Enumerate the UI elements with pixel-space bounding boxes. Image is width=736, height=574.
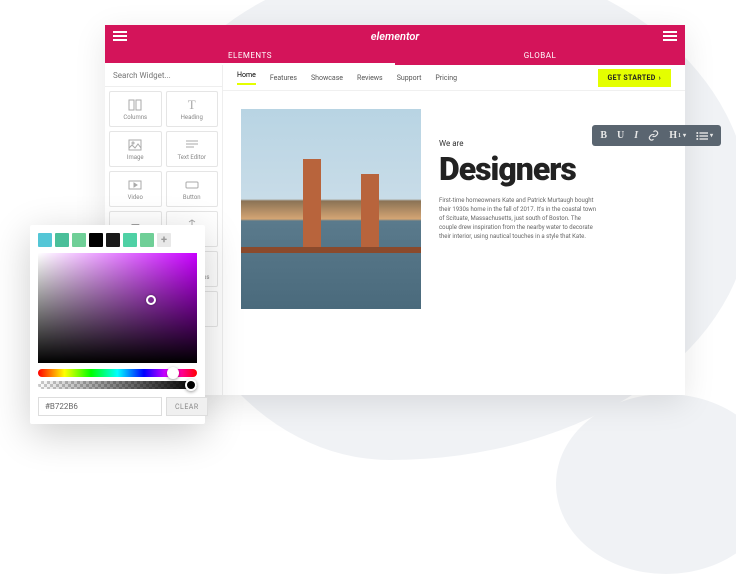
saturation-field[interactable] xyxy=(38,253,197,363)
hue-thumb[interactable] xyxy=(167,367,179,379)
nav-home[interactable]: Home xyxy=(237,71,256,85)
italic-button[interactable]: I xyxy=(634,130,638,141)
editor-topbar: elementor xyxy=(105,25,685,47)
widget-label: Text Editor xyxy=(178,154,206,161)
color-picker: + CLEAR xyxy=(30,225,205,424)
chevron-down-icon: ▾ xyxy=(710,132,713,139)
color-swatch[interactable] xyxy=(140,233,154,247)
underline-button[interactable]: U xyxy=(617,130,624,141)
color-swatch[interactable] xyxy=(38,233,52,247)
site-nav: Home Features Showcase Reviews Support P… xyxy=(223,65,685,91)
nav-pricing[interactable]: Pricing xyxy=(435,74,457,82)
hex-input[interactable] xyxy=(38,397,162,416)
cta-label: GET STARTED xyxy=(608,74,656,82)
widget-label: Image xyxy=(127,154,144,161)
search-input[interactable] xyxy=(105,65,222,87)
color-swatch[interactable] xyxy=(123,233,137,247)
swatch-row: + xyxy=(38,233,197,247)
text-toolbar: B U I H1▾ ▾ xyxy=(592,125,721,146)
heading-button[interactable]: H1▾ xyxy=(669,130,686,141)
alpha-slider[interactable] xyxy=(38,381,197,389)
widget-heading[interactable]: T Heading xyxy=(166,91,219,127)
alpha-thumb[interactable] xyxy=(185,379,197,391)
widget-image[interactable]: Image xyxy=(109,131,162,167)
panel-menu-icon[interactable] xyxy=(663,31,677,41)
color-swatch[interactable] xyxy=(55,233,69,247)
widget-label: Video xyxy=(128,194,143,201)
bold-button[interactable]: B xyxy=(600,130,607,141)
tab-elements[interactable]: ELEMENTS xyxy=(105,47,395,65)
image-icon xyxy=(128,138,142,152)
add-swatch-button[interactable]: + xyxy=(157,233,171,247)
widget-text[interactable]: Text Editor xyxy=(166,131,219,167)
nav-support[interactable]: Support xyxy=(397,74,422,82)
canvas: Home Features Showcase Reviews Support P… xyxy=(223,65,685,395)
color-swatch[interactable] xyxy=(89,233,103,247)
nav-reviews[interactable]: Reviews xyxy=(357,74,383,82)
saturation-cursor[interactable] xyxy=(146,295,156,305)
video-icon xyxy=(128,178,142,192)
widget-label: Heading xyxy=(181,114,203,121)
clear-button[interactable]: CLEAR xyxy=(166,397,208,416)
link-button[interactable] xyxy=(648,130,659,141)
color-swatch[interactable] xyxy=(72,233,86,247)
sidebar-tabs: ELEMENTS GLOBAL xyxy=(105,47,685,65)
hero-image[interactable] xyxy=(241,109,421,309)
hue-slider[interactable] xyxy=(38,369,197,377)
nav-features[interactable]: Features xyxy=(270,74,297,82)
widget-video[interactable]: Video xyxy=(109,171,162,207)
widget-label: Columns xyxy=(123,114,147,121)
color-swatch[interactable] xyxy=(106,233,120,247)
brand-logo: elementor xyxy=(371,30,420,43)
chevron-right-icon: › xyxy=(659,74,661,82)
chevron-down-icon: ▾ xyxy=(683,132,686,139)
button-icon xyxy=(185,178,199,192)
hero-copy: We are Designers First-time homeowners K… xyxy=(439,109,667,377)
text-icon xyxy=(186,138,198,152)
hero-paragraph[interactable]: First-time homeowners Kate and Patrick M… xyxy=(439,196,599,241)
hamburger-icon[interactable] xyxy=(113,31,127,41)
heading-icon: T xyxy=(188,98,196,112)
list-button[interactable]: ▾ xyxy=(696,131,713,141)
nav-showcase[interactable]: Showcase xyxy=(311,74,343,82)
columns-icon xyxy=(128,98,142,112)
widget-label: Button xyxy=(183,194,201,201)
tab-global[interactable]: GLOBAL xyxy=(395,47,685,65)
widget-button[interactable]: Button xyxy=(166,171,219,207)
widget-columns[interactable]: Columns xyxy=(109,91,162,127)
get-started-button[interactable]: GET STARTED› xyxy=(598,69,671,87)
hero-title[interactable]: Designers xyxy=(439,150,667,188)
